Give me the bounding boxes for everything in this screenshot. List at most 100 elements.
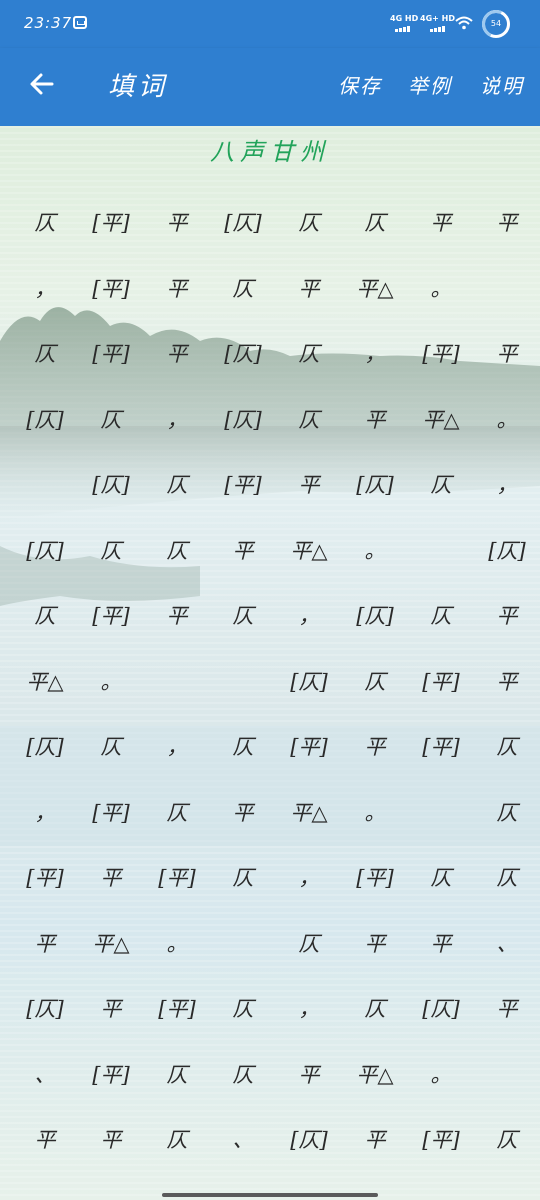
tone-cell[interactable]: 仄: [210, 1060, 276, 1126]
tone-cell[interactable]: 仄: [210, 274, 276, 340]
tone-cell[interactable]: [平]: [408, 667, 474, 733]
tone-cell[interactable]: 。: [408, 274, 474, 340]
tone-cell[interactable]: 平: [474, 994, 540, 1060]
tone-cell[interactable]: [仄]: [12, 994, 78, 1060]
tone-cell[interactable]: 。: [408, 1060, 474, 1126]
tone-cell[interactable]: 仄: [210, 994, 276, 1060]
tone-cell[interactable]: 仄: [474, 798, 540, 864]
tone-cell[interactable]: [仄]: [276, 1125, 342, 1191]
tone-cell[interactable]: 仄: [78, 732, 144, 798]
tone-cell[interactable]: 仄: [144, 798, 210, 864]
tone-cell[interactable]: ，: [276, 994, 342, 1060]
tone-cell[interactable]: 仄: [144, 1060, 210, 1126]
tone-cell[interactable]: [仄]: [12, 732, 78, 798]
tone-cell[interactable]: 仄: [12, 208, 78, 274]
tone-cell[interactable]: 仄: [342, 208, 408, 274]
tone-cell[interactable]: 平: [144, 601, 210, 667]
tone-cell[interactable]: 平: [210, 798, 276, 864]
tone-cell[interactable]: [平]: [12, 863, 78, 929]
tone-cell[interactable]: 。: [144, 929, 210, 995]
tone-cell[interactable]: ，: [276, 601, 342, 667]
tone-cell[interactable]: 仄: [474, 732, 540, 798]
tone-cell[interactable]: 。: [474, 405, 540, 471]
tone-cell[interactable]: [平]: [408, 1125, 474, 1191]
home-indicator[interactable]: [162, 1193, 378, 1197]
tone-cell[interactable]: 平: [342, 405, 408, 471]
tone-cell[interactable]: 平: [276, 470, 342, 536]
tone-cell[interactable]: 仄: [276, 339, 342, 405]
tone-cell[interactable]: 仄: [78, 405, 144, 471]
tone-cell[interactable]: [平]: [144, 994, 210, 1060]
tone-cell[interactable]: 平: [12, 929, 78, 995]
tone-cell[interactable]: 仄: [474, 863, 540, 929]
tone-cell[interactable]: [474, 274, 540, 340]
tone-cell[interactable]: ，: [342, 339, 408, 405]
tone-cell[interactable]: 平: [78, 863, 144, 929]
tone-cell[interactable]: 平: [12, 1125, 78, 1191]
tone-cell[interactable]: 仄: [276, 405, 342, 471]
tone-cell[interactable]: 平△: [342, 1060, 408, 1126]
tone-cell[interactable]: 平: [144, 208, 210, 274]
tone-cell[interactable]: 平: [474, 601, 540, 667]
tone-cell[interactable]: 平: [276, 274, 342, 340]
tone-cell[interactable]: 平△: [276, 798, 342, 864]
tone-cell[interactable]: [仄]: [342, 470, 408, 536]
tone-cell[interactable]: 仄: [144, 470, 210, 536]
tone-cell[interactable]: [平]: [144, 863, 210, 929]
tone-cell[interactable]: 仄: [144, 536, 210, 602]
tone-cell[interactable]: ，: [12, 274, 78, 340]
tone-cell[interactable]: ，: [276, 863, 342, 929]
example-button[interactable]: 举例: [408, 70, 452, 99]
tone-cell[interactable]: [平]: [78, 1060, 144, 1126]
tone-cell[interactable]: ，: [144, 732, 210, 798]
tone-cell[interactable]: [仄]: [210, 208, 276, 274]
tone-cell[interactable]: 仄: [276, 208, 342, 274]
tone-cell[interactable]: 平: [474, 208, 540, 274]
back-arrow-icon[interactable]: [26, 68, 58, 100]
save-button[interactable]: 保存: [338, 70, 382, 99]
tone-cell[interactable]: 平△: [408, 405, 474, 471]
tone-cell[interactable]: 。: [78, 667, 144, 733]
tone-cell[interactable]: [仄]: [78, 470, 144, 536]
tone-cell[interactable]: 平: [474, 667, 540, 733]
tone-cell[interactable]: [仄]: [408, 994, 474, 1060]
tone-cell[interactable]: 平: [342, 929, 408, 995]
tone-cell[interactable]: [408, 798, 474, 864]
tone-cell[interactable]: [平]: [78, 798, 144, 864]
tone-cell[interactable]: 平△: [12, 667, 78, 733]
tone-cell[interactable]: [平]: [408, 732, 474, 798]
tone-cell[interactable]: [12, 470, 78, 536]
tone-cell[interactable]: 仄: [408, 601, 474, 667]
tone-cell[interactable]: [仄]: [12, 405, 78, 471]
tone-cell[interactable]: 仄: [474, 1125, 540, 1191]
tone-cell[interactable]: 仄: [408, 470, 474, 536]
tone-cell[interactable]: 仄: [210, 601, 276, 667]
tone-cell[interactable]: [平]: [408, 339, 474, 405]
tone-cell[interactable]: 仄: [12, 339, 78, 405]
tone-cell[interactable]: 平: [342, 732, 408, 798]
tone-cell[interactable]: ，: [12, 798, 78, 864]
tone-cell[interactable]: 平: [342, 1125, 408, 1191]
tone-cell[interactable]: ，: [144, 405, 210, 471]
tone-cell[interactable]: [408, 536, 474, 602]
tone-cell[interactable]: [平]: [276, 732, 342, 798]
tone-cell[interactable]: [210, 667, 276, 733]
tone-cell[interactable]: 平: [408, 929, 474, 995]
tone-cell[interactable]: [仄]: [210, 339, 276, 405]
tone-cell[interactable]: [210, 929, 276, 995]
tone-cell[interactable]: 、: [12, 1060, 78, 1126]
tone-cell[interactable]: [仄]: [276, 667, 342, 733]
tone-cell[interactable]: 仄: [210, 863, 276, 929]
tone-cell[interactable]: [仄]: [210, 405, 276, 471]
tone-cell[interactable]: 平△: [78, 929, 144, 995]
tone-cell[interactable]: [仄]: [342, 601, 408, 667]
tone-cell[interactable]: 平: [144, 274, 210, 340]
tone-cell[interactable]: [平]: [342, 863, 408, 929]
tone-cell[interactable]: 。: [342, 798, 408, 864]
tone-cell[interactable]: [144, 667, 210, 733]
tone-cell[interactable]: [平]: [78, 274, 144, 340]
tone-cell[interactable]: [仄]: [12, 536, 78, 602]
tone-cell[interactable]: 仄: [342, 994, 408, 1060]
tone-cell[interactable]: 仄: [210, 732, 276, 798]
tone-cell[interactable]: 、: [210, 1125, 276, 1191]
